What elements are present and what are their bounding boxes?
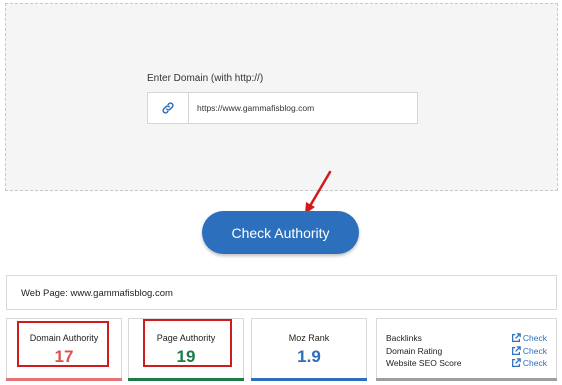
seo-links-card: Backlinks Check Domain Rating Check Webs… xyxy=(376,318,557,381)
page-authority-bar xyxy=(128,378,244,381)
domain-authority-bar xyxy=(6,378,122,381)
moz-rank-value: 1.9 xyxy=(297,347,321,366)
webpage-label: Web Page: www.gammafisblog.com xyxy=(21,288,173,299)
moz-rank-bar xyxy=(251,378,367,381)
moz-rank-card: Moz Rank 1.9 xyxy=(251,318,367,381)
link-icon xyxy=(148,93,189,123)
check-authority-button[interactable]: Check Authority xyxy=(202,211,359,254)
seo-score-row: Website SEO Score Check xyxy=(386,357,547,369)
page-authority-highlight xyxy=(143,319,232,367)
domain-rating-check-link[interactable]: Check xyxy=(511,346,547,356)
moz-rank-label: Moz Rank xyxy=(288,333,330,343)
domain-rating-label: Domain Rating xyxy=(386,346,443,356)
webpage-result-row: Web Page: www.gammafisblog.com xyxy=(6,275,557,310)
domain-input-group xyxy=(147,92,418,124)
domain-authority-highlight xyxy=(17,321,109,367)
domain-input-panel: Enter Domain (with http://) xyxy=(5,3,558,191)
external-link-icon xyxy=(511,358,521,367)
domain-rating-row: Domain Rating Check xyxy=(386,345,547,357)
external-link-icon xyxy=(511,333,521,342)
seo-score-check-link[interactable]: Check xyxy=(511,358,547,368)
external-link-icon xyxy=(511,346,521,355)
backlinks-label: Backlinks xyxy=(386,333,422,343)
domain-label: Enter Domain (with http://) xyxy=(147,73,264,84)
backlinks-check-link[interactable]: Check xyxy=(511,333,547,343)
seo-score-label: Website SEO Score xyxy=(386,358,462,368)
domain-field[interactable] xyxy=(189,93,417,123)
seo-links-bar xyxy=(376,378,557,381)
backlinks-row: Backlinks Check xyxy=(386,332,547,344)
